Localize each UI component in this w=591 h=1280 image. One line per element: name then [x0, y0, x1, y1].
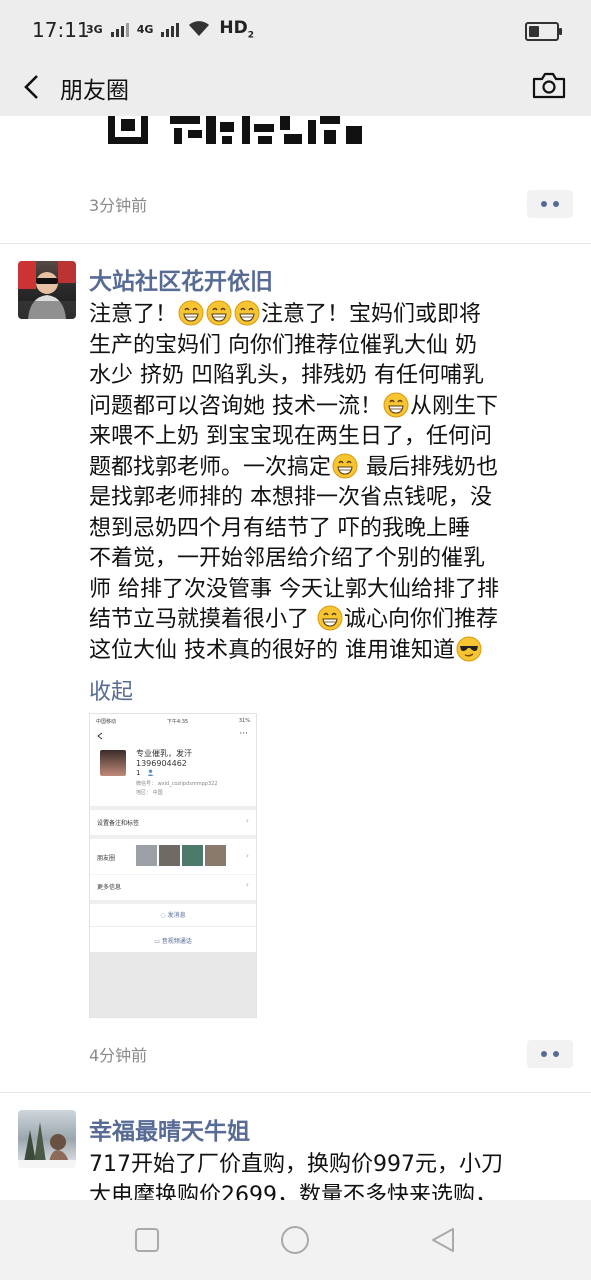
post-text-line: 题都找郭老师。一次搞定 最后排残奶也: [89, 453, 499, 480]
moments-thumb: [159, 845, 180, 866]
nav-bar: 朋友圈: [0, 60, 591, 116]
moments-thumb: [182, 845, 203, 866]
remark-label: 设置备注和标签: [97, 820, 140, 827]
contact-avatar: [100, 750, 126, 776]
post-text-line: 717开始了厂价直购，换购价997元，小刀: [89, 1152, 503, 1177]
post-text-line: 想到忌奶四个月有结节了 吓的我晚上睡: [89, 515, 470, 541]
collapse-link[interactable]: 收起: [89, 674, 133, 706]
post-text-line: 水少 挤奶 凹陷乳头，排残奶 有任何哺乳: [89, 363, 484, 388]
image-empty-area: [90, 952, 256, 1017]
person-icon: [147, 769, 154, 776]
post-text: 717开始了厂价直购，换购价997元，小刀 大电摩换购价2699，数量不多快来选…: [89, 1150, 559, 1200]
triangle-back-icon[interactable]: [429, 1226, 457, 1254]
post-text-line: 结节立马就摸着很小了 诚心向你们推荐: [89, 605, 499, 632]
send-message-button: ◌ 发消息: [160, 912, 186, 919]
divider: [0, 1092, 591, 1093]
post-author[interactable]: 大站社区花开依旧: [89, 262, 273, 296]
wifi-icon: [189, 21, 210, 37]
status-time: 17:11: [32, 18, 90, 42]
wechat-id-label: 微信号： wxid_coziipdsmmpp322: [136, 781, 218, 787]
sunglasses-emoji-icon: [456, 636, 482, 661]
battery-icon: [525, 22, 562, 41]
post-time: 4分钟前: [89, 1046, 148, 1065]
divider: [0, 243, 591, 244]
chevron-right-icon: ›: [245, 880, 249, 889]
status-icons: 3G 4G HD2: [86, 18, 254, 40]
video-call-button: ▭ 音视频通话: [154, 938, 192, 945]
more-actions-button[interactable]: [527, 1040, 573, 1068]
post-text-line: 这位大仙 技术真的很好的 谁用谁知道: [89, 636, 559, 667]
signal-icon: [110, 21, 129, 38]
grin-emoji-icon: [234, 300, 260, 326]
contact-phone: 1396904462: [136, 759, 187, 768]
post-text-line: 不着觉，一开始邻居给介绍了个别的催乳: [89, 546, 486, 571]
post-text-line: 是找郭老师排的 本想排一次省点钱呢，没: [89, 485, 492, 510]
qr-code-image[interactable]: [108, 116, 368, 146]
post-text-line: 师 给排了次没管事 今天让郭大仙给排了排: [89, 576, 499, 602]
moments-thumb: [136, 845, 157, 866]
avatar[interactable]: [18, 1110, 76, 1168]
contact-extra: 1: [136, 769, 141, 777]
more-info-label: 更多信息: [97, 884, 122, 891]
chevron-right-icon: ›: [245, 851, 249, 860]
network-3g-label: 3G: [86, 22, 103, 36]
post-text-line: 问题都可以咨询她 技术一流！ 从刚生下: [89, 392, 499, 419]
chevron-left-icon[interactable]: [18, 72, 48, 102]
ellipsis-icon: ···: [239, 729, 248, 739]
post-author[interactable]: 幸福最晴天牛姐: [89, 1112, 250, 1146]
camera-icon[interactable]: [531, 70, 567, 100]
moments-label: 朋友圈: [97, 855, 116, 862]
chevron-right-icon: ›: [245, 816, 249, 825]
post-text-line: 注意了！ 注意了！宝妈们或即将: [89, 300, 482, 327]
grin-emoji-icon: [317, 605, 343, 631]
post-text: 注意了！ 注意了！宝妈们或即将 生产的宝妈们 向你们推荐位催乳大仙 奶水少 挤奶 凹…: [89, 300, 559, 666]
grin-emoji-icon: [206, 300, 232, 326]
system-nav-bar: [0, 1200, 591, 1280]
hd-label: HD2: [219, 18, 254, 41]
page-title: 朋友圈: [60, 78, 129, 104]
post-text-line: 生产的宝妈们 向你们推荐位催乳大仙 奶: [89, 332, 477, 358]
region-label: 地区： 中国: [136, 790, 163, 796]
chevron-left-icon: [97, 732, 103, 740]
grin-emoji-icon: [178, 300, 204, 326]
square-icon[interactable]: [134, 1227, 160, 1253]
signal-icon-2: [161, 21, 180, 38]
moments-thumb: [205, 845, 226, 866]
post-text-line: 来喂不上奶 到宝宝现在两生日了，任何问: [89, 424, 492, 449]
grin-emoji-icon: [332, 453, 358, 478]
network-4g-label: 4G: [136, 22, 154, 36]
grin-emoji-icon: [383, 392, 409, 417]
status-bar: 17:11 3G 4G HD2: [0, 0, 591, 60]
image-status-bar: 中国移动 下午4:35 31%: [96, 718, 250, 725]
moments-feed[interactable]: 3分钟前 大站社区花开依旧 注意了！ 注意了！宝妈们或即将 生产的宝妈们 向你们推荐…: [0, 116, 591, 1200]
circle-icon[interactable]: [280, 1225, 310, 1255]
post-text-line: 大电摩换购价2699，数量不多快来选购，: [89, 1182, 497, 1201]
post-image[interactable]: 中国移动 下午4:35 31% ··· 专业催乳，发汗 1396904462 1…: [89, 713, 257, 1018]
avatar[interactable]: [18, 261, 76, 319]
contact-name: 专业催乳，发汗: [136, 749, 192, 758]
more-actions-button[interactable]: [527, 190, 573, 218]
post-time: 3分钟前: [89, 196, 148, 215]
